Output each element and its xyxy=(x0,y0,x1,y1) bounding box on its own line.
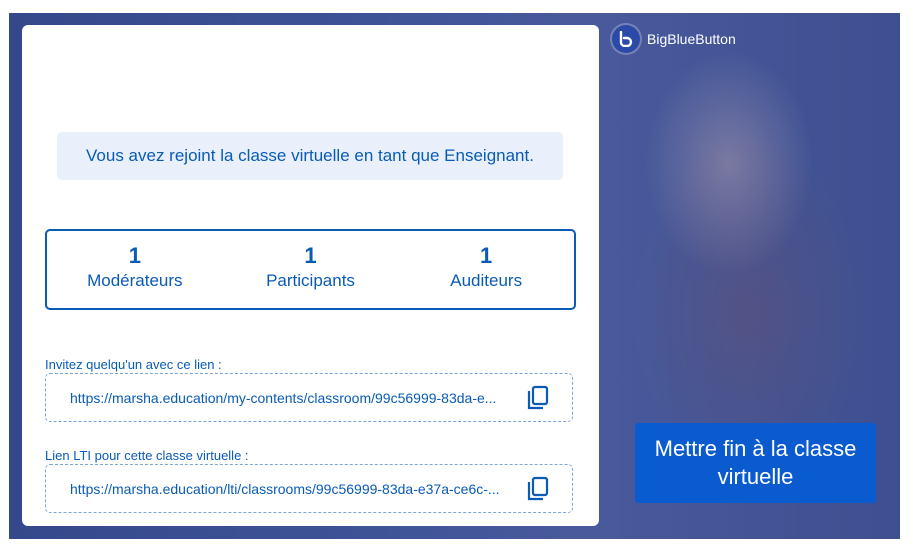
bigbluebutton-logo-icon xyxy=(612,25,640,53)
stat-listeners: 1 Auditeurs xyxy=(398,231,574,308)
end-classroom-button[interactable]: Mettre fin à la classe virtuelle xyxy=(635,423,876,503)
stat-participants: 1 Participants xyxy=(223,231,399,308)
invite-link-label: Invitez quelqu'un avec ce lien : xyxy=(45,357,222,372)
joined-as-banner: Vous avez rejoint la classe virtuelle en… xyxy=(57,132,563,180)
invite-link-url[interactable]: https://marsha.education/my-contents/cla… xyxy=(70,390,518,406)
stat-label: Participants xyxy=(266,271,355,290)
brand-logo: BigBlueButton xyxy=(612,25,736,53)
stat-label: Auditeurs xyxy=(450,271,523,290)
brand-name: BigBlueButton xyxy=(647,31,736,47)
lti-link-url[interactable]: https://marsha.education/lti/classrooms/… xyxy=(70,481,518,497)
stat-moderators: 1 Modérateurs xyxy=(47,231,223,308)
stat-label: Modérateurs xyxy=(87,271,183,290)
stat-count: 1 xyxy=(304,243,317,268)
copy-icon[interactable] xyxy=(526,385,550,411)
lti-link-field[interactable]: https://marsha.education/lti/classrooms/… xyxy=(45,464,573,513)
copy-icon[interactable] xyxy=(526,476,550,502)
stat-count: 1 xyxy=(128,243,141,268)
stat-count: 1 xyxy=(480,243,493,268)
participant-stats: 1 Modérateurs 1 Participants 1 Auditeurs xyxy=(45,229,576,310)
classroom-info-panel: Vous avez rejoint la classe virtuelle en… xyxy=(22,25,599,526)
classroom-background: BigBlueButton Vous avez rejoint la class… xyxy=(9,13,900,539)
lti-link-label: Lien LTI pour cette classe virtuelle : xyxy=(45,448,249,463)
invite-link-field[interactable]: https://marsha.education/my-contents/cla… xyxy=(45,373,573,422)
